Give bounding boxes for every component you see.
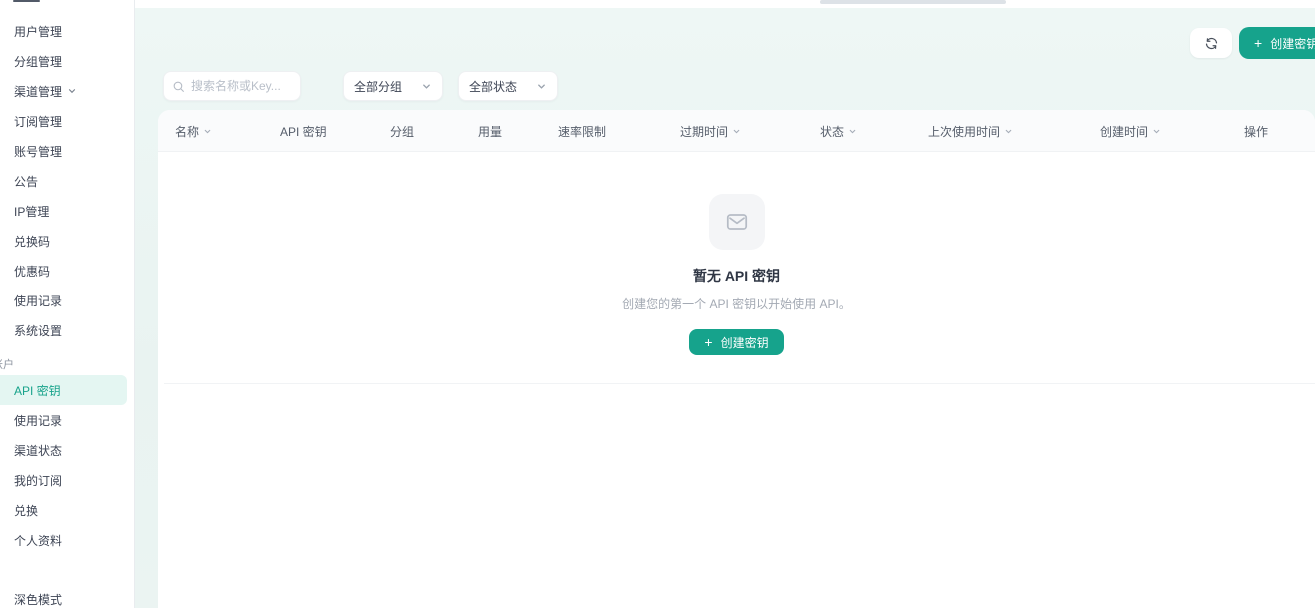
sidebar-item-channels[interactable]: 渠道管理 [0,76,127,106]
sidebar-item-redeem-codes[interactable]: 兑换码 [0,226,127,256]
plus-icon: + [1254,36,1262,50]
sidebar-item-label: 个人资料 [14,532,62,549]
sidebar-item-api-keys[interactable]: API 密钥 [0,375,127,405]
status-filter-value: 全部状态 [469,78,517,95]
column-header-created[interactable]: 创建时间 [1100,110,1161,152]
mail-icon [724,209,750,235]
api-keys-table-card: 名称 API 密钥 分组 用量 速率限制 过期时间 状态 上次使用时间 创建时间… [158,110,1315,608]
sort-chevron-icon [732,127,741,136]
sidebar-item-label: 渠道状态 [14,442,62,459]
search-input[interactable] [191,79,292,93]
table-row-divider [164,383,1315,384]
sidebar-item-label: 分组管理 [14,53,62,70]
column-header-expiry[interactable]: 过期时间 [680,110,741,152]
dark-mode-label: 深色模式 [14,591,62,608]
sidebar-item-label: 兑换码 [14,233,50,250]
horizontal-scrollbar-thumb[interactable] [820,0,1006,4]
sidebar-item-usage-logs[interactable]: 使用记录 [0,285,127,315]
chevron-down-icon [67,86,77,96]
sidebar-item-accounts[interactable]: 账号管理 [0,136,127,166]
status-filter-select[interactable]: 全部状态 [458,71,558,101]
refresh-icon [1204,36,1219,51]
column-header-api-key: API 密钥 [280,110,327,152]
sidebar-item-my-subscriptions[interactable]: 我的订阅 [0,465,127,495]
search-box [163,71,301,101]
empty-state: 暂无 API 密钥 创建您的第一个 API 密钥以开始使用 API。 + 创建密… [158,194,1315,355]
sort-chevron-icon [1152,127,1161,136]
empty-state-icon-box [709,194,765,250]
dark-mode-toggle[interactable]: 深色模式 [0,590,127,608]
sidebar-item-announcements[interactable]: 公告 [0,166,127,196]
sidebar-item-label: 用户管理 [14,23,62,40]
sidebar-item-users[interactable]: 用户管理 [0,16,127,46]
column-header-name[interactable]: 名称 [175,110,212,152]
sidebar-section-account: 账户 [0,356,127,370]
create-key-button-label: 创建密钥 [1270,35,1315,52]
plus-icon: + [704,335,712,349]
empty-state-subtitle: 创建您的第一个 API 密钥以开始使用 API。 [622,295,851,312]
chevron-down-icon [421,81,432,92]
sidebar-item-label: 优惠码 [14,263,50,280]
chevron-down-icon [536,81,547,92]
app-root: 用户管理 分组管理 渠道管理 订阅管理 账号管理 公告 IP管理 兑换码 优惠码… [0,0,1315,608]
column-header-rate-limit: 速率限制 [558,110,606,152]
sidebar-item-system-settings[interactable]: 系统设置 [0,315,127,345]
refresh-button[interactable] [1190,28,1232,58]
sidebar-item-label: 兑换 [14,502,38,519]
sidebar-item-label: 订阅管理 [14,113,62,130]
create-key-button-label: 创建密钥 [721,334,769,351]
sidebar-item-ip-management[interactable]: IP管理 [0,196,127,226]
column-header-usage: 用量 [478,110,502,152]
sidebar-item-label: 使用记录 [14,292,62,309]
sidebar-item-channel-status[interactable]: 渠道状态 [0,435,127,465]
sidebar-item-label: 系统设置 [14,322,62,339]
group-filter-select[interactable]: 全部分组 [343,71,443,101]
sort-chevron-icon [1004,127,1013,136]
column-header-actions: 操作 [1244,110,1268,152]
sidebar-item-label: 使用记录 [14,412,62,429]
column-header-last-used[interactable]: 上次使用时间 [928,110,1013,152]
sidebar-item-label: 账号管理 [14,143,62,160]
sidebar-item-redeem[interactable]: 兑换 [0,495,127,525]
sort-chevron-icon [848,127,857,136]
sidebar-item-label: 渠道管理 [14,83,62,100]
column-header-group: 分组 [390,110,414,152]
sidebar-item-usage-records[interactable]: 使用记录 [0,405,127,435]
clipped-sidebar-item [13,0,40,2]
empty-state-title: 暂无 API 密钥 [693,266,780,286]
sidebar-item-label: 公告 [14,173,38,190]
sidebar-item-label: API 密钥 [14,382,61,399]
sidebar-item-subscriptions[interactable]: 订阅管理 [0,106,127,136]
create-key-button-top[interactable]: + 创建密钥 [1239,27,1315,59]
sort-chevron-icon [203,127,212,136]
sidebar: 用户管理 分组管理 渠道管理 订阅管理 账号管理 公告 IP管理 兑换码 优惠码… [0,0,135,608]
sidebar-item-label: IP管理 [14,203,49,220]
sidebar-item-label: 我的订阅 [14,472,62,489]
sidebar-item-coupons[interactable]: 优惠码 [0,256,127,286]
group-filter-value: 全部分组 [354,78,402,95]
sidebar-item-groups[interactable]: 分组管理 [0,46,127,76]
create-key-button-empty[interactable]: + 创建密钥 [689,329,783,355]
search-icon [172,80,185,93]
sidebar-item-profile[interactable]: 个人资料 [0,525,127,555]
table-header-row: 名称 API 密钥 分组 用量 速率限制 过期时间 状态 上次使用时间 创建时间… [158,110,1315,152]
column-header-status[interactable]: 状态 [820,110,857,152]
